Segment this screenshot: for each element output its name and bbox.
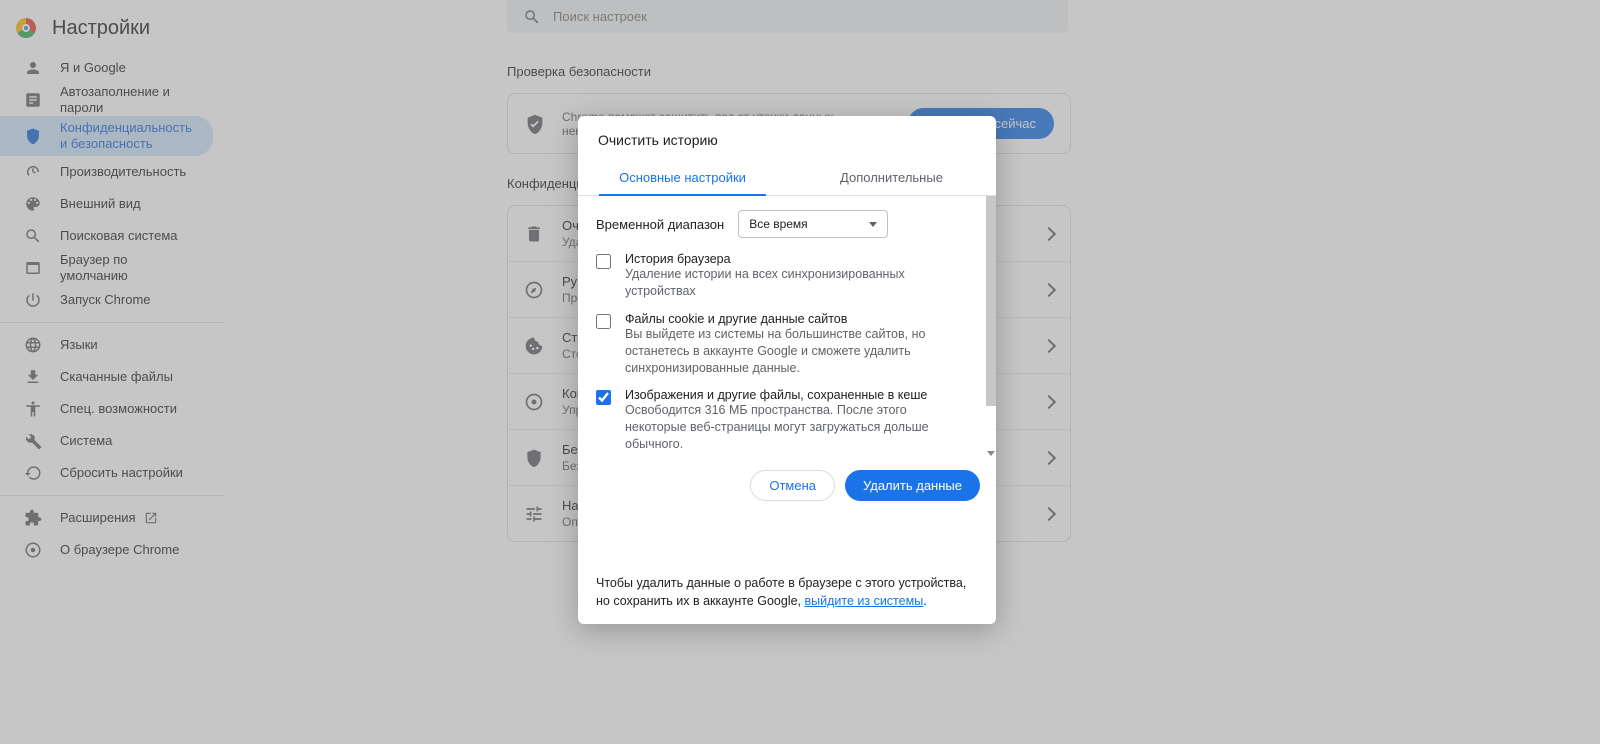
tab-advanced[interactable]: Дополнительные: [787, 160, 996, 195]
modal-footer: Чтобы удалить данные о работе в браузере…: [578, 517, 996, 624]
option-cache[interactable]: Изображения и другие файлы, сохраненные …: [596, 388, 978, 453]
checkbox-cache[interactable]: [596, 390, 611, 405]
sign-out-note: Чтобы удалить данные о работе в браузере…: [594, 575, 980, 610]
select-value: Все время: [749, 217, 807, 231]
option-cookies[interactable]: Файлы cookie и другие данные сайтовВы вы…: [596, 312, 978, 377]
option-title: Файлы cookie и другие данные сайтов: [625, 312, 960, 326]
modal-title: Очистить историю: [578, 116, 996, 160]
time-range-label: Временной диапазон: [596, 217, 724, 232]
scrollbar[interactable]: [986, 196, 996, 458]
cancel-button[interactable]: Отмена: [750, 470, 835, 501]
modal-actions: Отмена Удалить данные: [578, 458, 996, 517]
checkbox-cookies[interactable]: [596, 314, 611, 329]
option-sub: Удаление истории на всех синхронизирован…: [625, 266, 960, 300]
time-range-select[interactable]: Все время: [738, 210, 888, 238]
modal-tabs: Основные настройки Дополнительные: [578, 160, 996, 196]
option-sub: Освободится 316 МБ пространства. После э…: [625, 402, 960, 453]
delete-data-button[interactable]: Удалить данные: [845, 470, 980, 501]
option-title: История браузера: [625, 252, 960, 266]
tab-basic[interactable]: Основные настройки: [578, 160, 787, 195]
scrollbar-thumb[interactable]: [986, 196, 996, 406]
option-browsing-history[interactable]: История браузераУдаление истории на всех…: [596, 252, 978, 300]
blank-card: [612, 523, 962, 563]
checkbox-history[interactable]: [596, 254, 611, 269]
sign-out-link[interactable]: выйдите из системы: [805, 594, 924, 608]
chevron-down-icon[interactable]: [987, 451, 995, 456]
note-text-post: .: [923, 594, 926, 608]
option-title: Изображения и другие файлы, сохраненные …: [625, 388, 960, 402]
modal-body: Временной диапазон Все время История бра…: [578, 196, 996, 458]
clear-history-modal: Очистить историю Основные настройки Допо…: [578, 116, 996, 624]
option-sub: Вы выйдете из системы на большинстве сай…: [625, 326, 960, 377]
